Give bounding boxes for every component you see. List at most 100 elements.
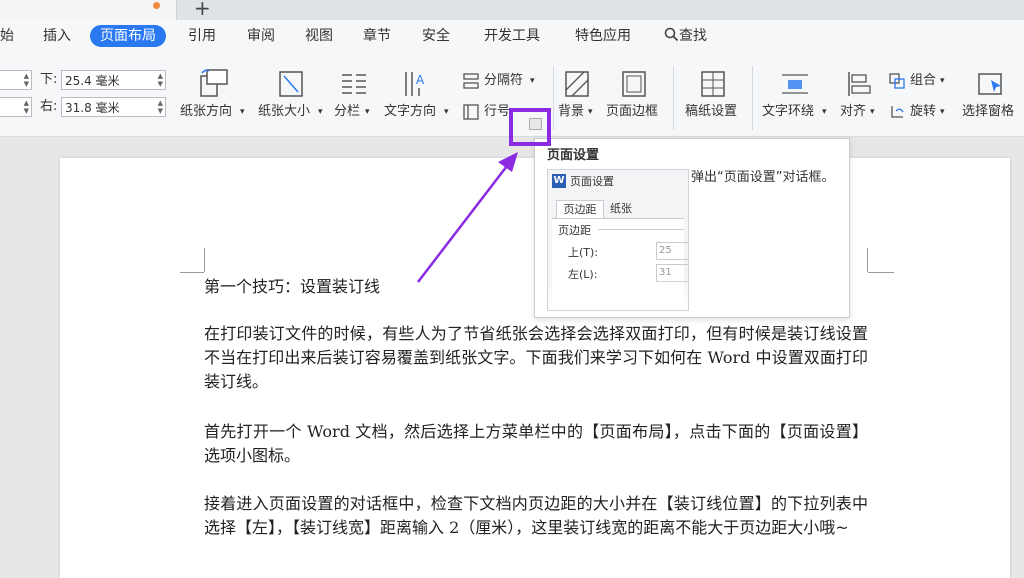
paper-size-label: 纸张大小 — [258, 104, 311, 119]
preview-tab-paper: 纸张 — [610, 202, 632, 215]
page-border-icon — [622, 71, 646, 97]
new-tab-button[interactable]: + — [194, 0, 211, 20]
doc-paragraph-3[interactable]: 接着进入页面设置的对话框中，检查下文档内页边距的大小并在【装订线位置】的下拉列表… — [204, 492, 868, 540]
background-icon — [565, 71, 589, 97]
page-border-label: 页面边框 — [606, 104, 659, 119]
margin-bottom-field[interactable]: 25.4 毫米 ▲ ▼ — [61, 70, 166, 90]
tooltip-preview: W 页面设置 页边距 纸张 页边距 上(T): 25 左(L): 31 — [547, 169, 689, 311]
preview-top-field: 25 — [656, 242, 688, 260]
page-border-button[interactable]: 页面边框 — [604, 68, 664, 128]
rotate-label: 旋转 — [910, 104, 937, 119]
svg-text:A: A — [416, 73, 425, 87]
unsaved-dot-icon — [153, 2, 160, 9]
columns-button[interactable]: 分栏 ▾ — [334, 68, 378, 128]
menu-page-layout[interactable]: 页面布局 — [90, 25, 166, 47]
text-direction-label: 文字方向 — [384, 104, 437, 119]
align-button[interactable]: 对齐 ▾ — [838, 68, 882, 128]
document-tab[interactable] — [0, 0, 177, 20]
group-button[interactable]: 组合 ▾ — [888, 70, 952, 92]
dropdown-arrow-icon: ▾ — [822, 107, 827, 117]
ribbon-divider — [752, 66, 753, 130]
tab-bar: + — [0, 0, 1024, 20]
preview-group-label: 页边距 — [558, 224, 591, 237]
spin-arrows-icon: ▲ ▼ — [157, 72, 163, 88]
orientation-button[interactable]: 纸张方向 ▾ — [180, 68, 248, 128]
dropdown-arrow-icon: ▾ — [240, 107, 245, 117]
columns-label: 分栏 — [334, 104, 361, 119]
dropdown-arrow-icon: ▾ — [588, 107, 593, 117]
background-button[interactable]: 背景 ▾ — [558, 68, 598, 128]
margin-mark — [180, 272, 204, 273]
margin-top-field[interactable]: ▲ ▼ — [0, 70, 32, 90]
doc-paragraph-1[interactable]: 在打印装订文件的时候，有些人为了节省纸张会选择会选择双面打印，但有时候是装订线设… — [204, 322, 868, 394]
menu-references[interactable]: 引用 — [188, 26, 216, 46]
text-wrap-icon — [782, 74, 808, 94]
dropdown-arrow-icon: ▾ — [530, 76, 535, 86]
margin-mark — [867, 248, 868, 272]
menu-special-apps[interactable]: 特色应用 — [575, 26, 631, 46]
preview-fade — [548, 278, 688, 310]
orientation-label: 纸张方向 — [180, 104, 233, 119]
dropdown-arrow-icon: ▾ — [940, 76, 945, 86]
search-button[interactable]: 查找 — [664, 26, 707, 46]
preview-rule — [598, 229, 684, 230]
text-wrap-button[interactable]: 文字环绕 ▾ — [762, 68, 832, 128]
ribbon-divider — [673, 66, 674, 130]
menu-review[interactable]: 审阅 — [247, 26, 275, 46]
search-label: 查找 — [679, 28, 707, 44]
menu-chapter[interactable]: 章节 — [363, 26, 391, 46]
menu-insert[interactable]: 插入 — [43, 26, 71, 46]
separator-button[interactable]: 分隔符 ▾ — [462, 70, 542, 92]
margin-mark — [204, 248, 205, 272]
margin-bottom-label: 下: — [40, 72, 58, 87]
columns-icon — [342, 74, 366, 94]
align-icon — [848, 72, 871, 96]
paper-size-icon — [279, 71, 303, 97]
separator-icon — [463, 73, 479, 89]
margin-right-value: 31.8 毫米 — [65, 101, 120, 115]
spin-arrows-icon: ▲ ▼ — [23, 99, 29, 115]
tooltip-description: 弹出“页面设置”对话框。 — [691, 170, 835, 185]
group-icon — [889, 73, 905, 89]
paper-size-button[interactable]: 纸张大小 ▾ — [258, 68, 326, 128]
annotation-arrow-icon — [417, 152, 518, 283]
background-label: 背景 — [558, 104, 585, 119]
align-label: 对齐 — [840, 104, 867, 119]
select-pane-label: 选择窗格 — [962, 104, 1015, 119]
dropdown-arrow-icon: ▾ — [318, 107, 323, 117]
rotate-icon — [891, 106, 904, 118]
draft-paper-icon — [701, 71, 725, 97]
menu-security[interactable]: 安全 — [422, 26, 450, 46]
margin-bottom-value: 25.4 毫米 — [65, 74, 120, 88]
line-number-label: 行号 — [484, 104, 511, 119]
margin-mark — [868, 272, 894, 273]
select-pane-icon — [978, 73, 1002, 95]
menu-developer-tools[interactable]: 开发工具 — [484, 26, 540, 46]
doc-paragraph-2[interactable]: 首先打开一个 Word 文档，然后选择上方菜单栏中的【页面布局】，点击下面的【页… — [204, 420, 868, 468]
orientation-icon — [200, 69, 228, 97]
margin-right-field[interactable]: 31.8 毫米 ▲ ▼ — [61, 97, 166, 117]
margin-left-field[interactable]: ▲ ▼ — [0, 97, 32, 117]
dialog-launcher-icon[interactable] — [529, 118, 542, 130]
draft-setting-label: 稿纸设置 — [685, 104, 738, 119]
tooltip-title: 页面设置 — [547, 148, 600, 163]
wps-logo-icon: W — [552, 174, 566, 188]
select-pane-button[interactable]: 选择窗格 — [960, 68, 1022, 128]
dropdown-arrow-icon: ▾ — [365, 107, 370, 117]
text-wrap-label: 文字环绕 — [762, 104, 815, 119]
menu-view[interactable]: 视图 — [305, 26, 333, 46]
draft-setting-button[interactable]: 稿纸设置 — [683, 68, 743, 128]
menu-start[interactable]: 始 — [0, 26, 14, 46]
separator-label: 分隔符 — [484, 73, 524, 88]
search-icon — [664, 27, 679, 42]
line-number-icon — [463, 104, 479, 120]
rotate-button[interactable]: 旋转 ▾ — [888, 101, 952, 123]
preview-title: 页面设置 — [570, 175, 614, 188]
preview-top-label: 上(T): — [568, 246, 599, 259]
text-direction-button[interactable]: A 文字方向 ▾ — [384, 68, 452, 128]
dropdown-arrow-icon: ▾ — [870, 107, 875, 117]
dropdown-arrow-icon: ▾ — [444, 107, 449, 117]
page-setup-tooltip: 页面设置 W 页面设置 页边距 纸张 页边距 上(T): 25 左(L): 31… — [534, 138, 850, 318]
preview-tab-margins: 页边距 — [556, 200, 604, 219]
text-direction-icon: A — [405, 72, 425, 96]
